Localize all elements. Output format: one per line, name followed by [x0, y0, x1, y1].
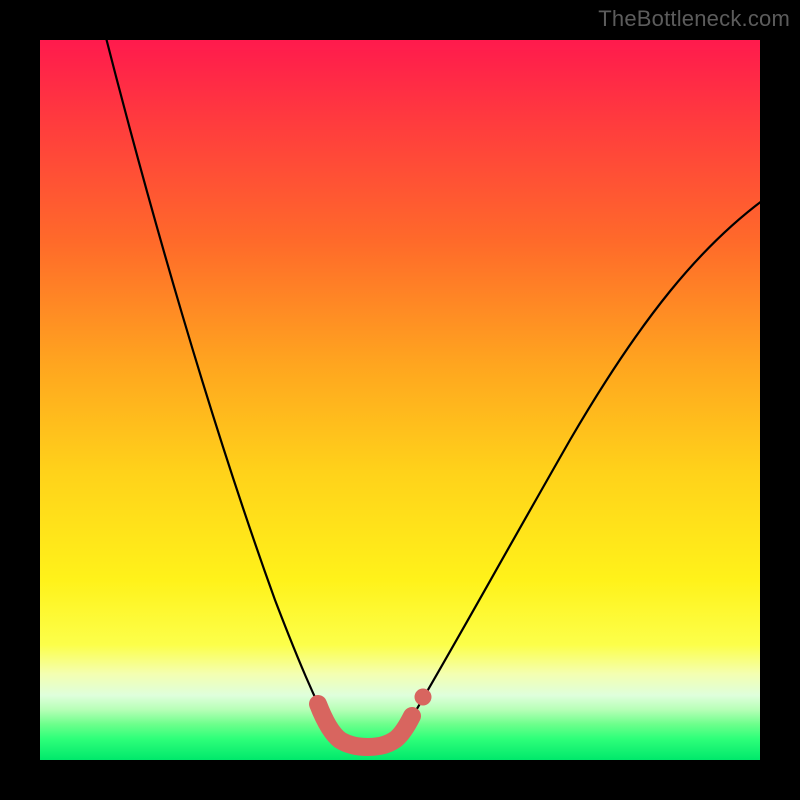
valley-marker-dot — [415, 689, 432, 706]
curve-layer — [40, 40, 760, 760]
chart-frame: TheBottleneck.com — [0, 0, 800, 800]
watermark-text: TheBottleneck.com — [598, 6, 790, 32]
bottleneck-curve-right — [402, 195, 770, 734]
valley-marker — [318, 704, 412, 747]
bottleneck-curve-left — [104, 30, 333, 734]
plot-area — [40, 40, 760, 760]
